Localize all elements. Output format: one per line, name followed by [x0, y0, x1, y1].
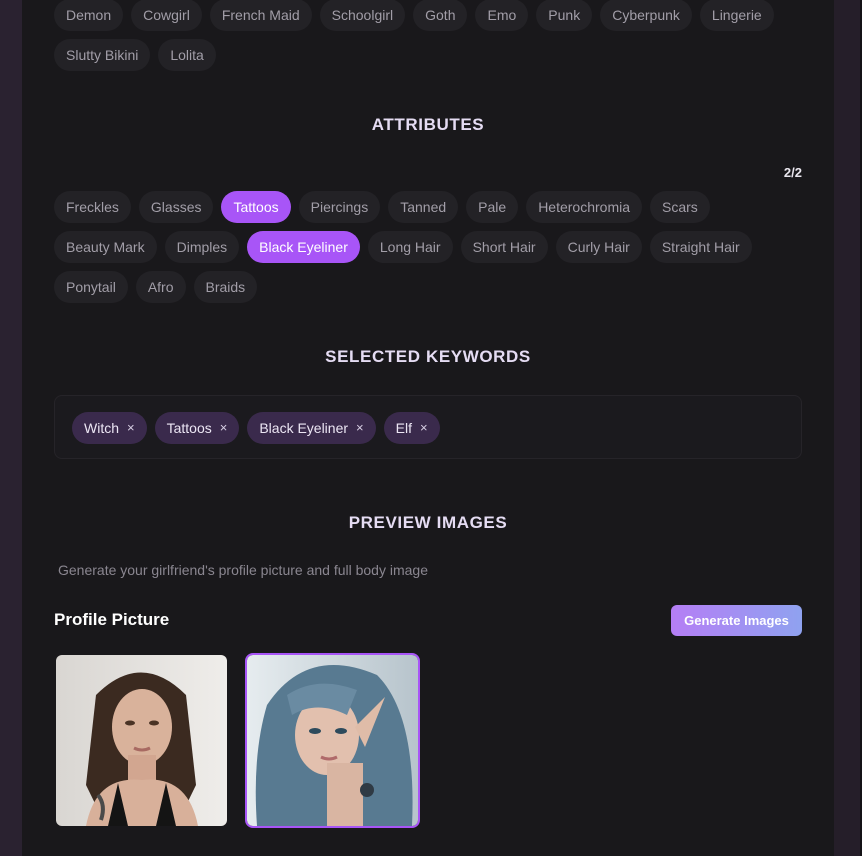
attribute-chip-afro[interactable]: Afro [135, 271, 186, 303]
attribute-chip-scars[interactable]: Scars [650, 191, 710, 223]
keyword-tag-label: Black Eyeliner [259, 420, 349, 436]
keyword-tag-label: Elf [395, 420, 412, 436]
remove-keyword-icon[interactable]: × [127, 412, 135, 444]
attributes-counter: 2/2 [783, 165, 802, 180]
keyword-tag-tattoos: Tattoos × [154, 412, 240, 444]
style-chip-cyberpunk[interactable]: Cyberpunk [600, 0, 692, 31]
attribute-chip-ponytail[interactable]: Ponytail [54, 271, 128, 303]
attribute-chip-heterochromia[interactable]: Heterochromia [526, 191, 643, 223]
style-chip-punk[interactable]: Punk [536, 0, 593, 31]
style-chip-emo[interactable]: Emo [475, 0, 529, 31]
attribute-chip-dimples[interactable]: Dimples [164, 231, 240, 263]
scrollbar-track[interactable] [834, 0, 862, 856]
style-chip-goth[interactable]: Goth [413, 0, 468, 31]
keyword-tag-elf: Elf × [383, 412, 440, 444]
attribute-chip-freckles[interactable]: Freckles [54, 191, 131, 223]
attribute-chip-row-1: Freckles Glasses Tattoos Piercings Tanned Pal… [54, 191, 710, 223]
style-chip-lolita[interactable]: Lolita [158, 39, 216, 71]
portrait-blue-hair-elf-image [247, 655, 418, 826]
style-chip-cowgirl[interactable]: Cowgirl [131, 0, 202, 31]
attributes-title: ATTRIBUTES [371, 115, 485, 134]
remove-keyword-icon[interactable]: × [420, 412, 428, 444]
profile-image-option-2[interactable] [245, 653, 420, 828]
attribute-chip-tattoos[interactable]: Tattoos [221, 191, 291, 223]
selected-keywords-title: SELECTED KEYWORDS [325, 347, 531, 366]
keyword-list: Witch × Tattoos × Black Eyeliner × Elf × [72, 412, 440, 444]
remove-keyword-icon[interactable]: × [220, 412, 228, 444]
attribute-chip-black-eyeliner[interactable]: Black Eyeliner [247, 231, 360, 263]
style-chip-row-1: Demon Cowgirl French Maid Schoolgirl Goth Emo… [54, 0, 774, 31]
attribute-chip-pale[interactable]: Pale [466, 191, 519, 223]
keyword-tag-black-eyeliner: Black Eyeliner × [247, 412, 376, 444]
style-chip-lingerie[interactable]: Lingerie [699, 0, 774, 31]
keyword-tag-witch: Witch × [72, 412, 147, 444]
profile-image-option-1[interactable] [56, 655, 227, 826]
attribute-chip-beauty-mark[interactable]: Beauty Mark [54, 231, 157, 263]
preview-images-title: PREVIEW IMAGES [348, 513, 508, 532]
profile-picture-title: Profile Picture [54, 610, 170, 629]
attribute-chip-short-hair[interactable]: Short Hair [460, 231, 548, 263]
style-chip-row-2: Slutty Bikini Lolita [54, 39, 216, 71]
attribute-chip-row-3: Ponytail Afro Braids [54, 271, 258, 303]
keyword-tag-label: Witch [84, 420, 119, 436]
keyword-tag-label: Tattoos [166, 420, 212, 436]
generate-images-button[interactable]: Generate Images [671, 605, 802, 636]
portrait-dark-hair-image [56, 655, 227, 826]
style-chip-demon[interactable]: Demon [54, 0, 124, 31]
attribute-chip-braids[interactable]: Braids [193, 271, 258, 303]
attribute-chip-straight-hair[interactable]: Straight Hair [649, 231, 752, 263]
attribute-chip-piercings[interactable]: Piercings [298, 191, 381, 223]
attribute-chip-row-2: Beauty Mark Dimples Black Eyeliner Long Hai… [54, 231, 752, 263]
attribute-chip-long-hair[interactable]: Long Hair [367, 231, 453, 263]
attribute-chip-curly-hair[interactable]: Curly Hair [555, 231, 642, 263]
style-chip-slutty-bikini[interactable]: Slutty Bikini [54, 39, 151, 71]
style-chip-schoolgirl[interactable]: Schoolgirl [319, 0, 406, 31]
preview-description: Generate your girlfriend's profile pictu… [58, 562, 428, 578]
remove-keyword-icon[interactable]: × [356, 412, 364, 444]
style-chip-french-maid[interactable]: French Maid [209, 0, 312, 31]
attribute-chip-tanned[interactable]: Tanned [388, 191, 459, 223]
attribute-chip-glasses[interactable]: Glasses [138, 191, 214, 223]
selected-keywords-box: Witch × Tattoos × Black Eyeliner × Elf × [54, 395, 802, 459]
